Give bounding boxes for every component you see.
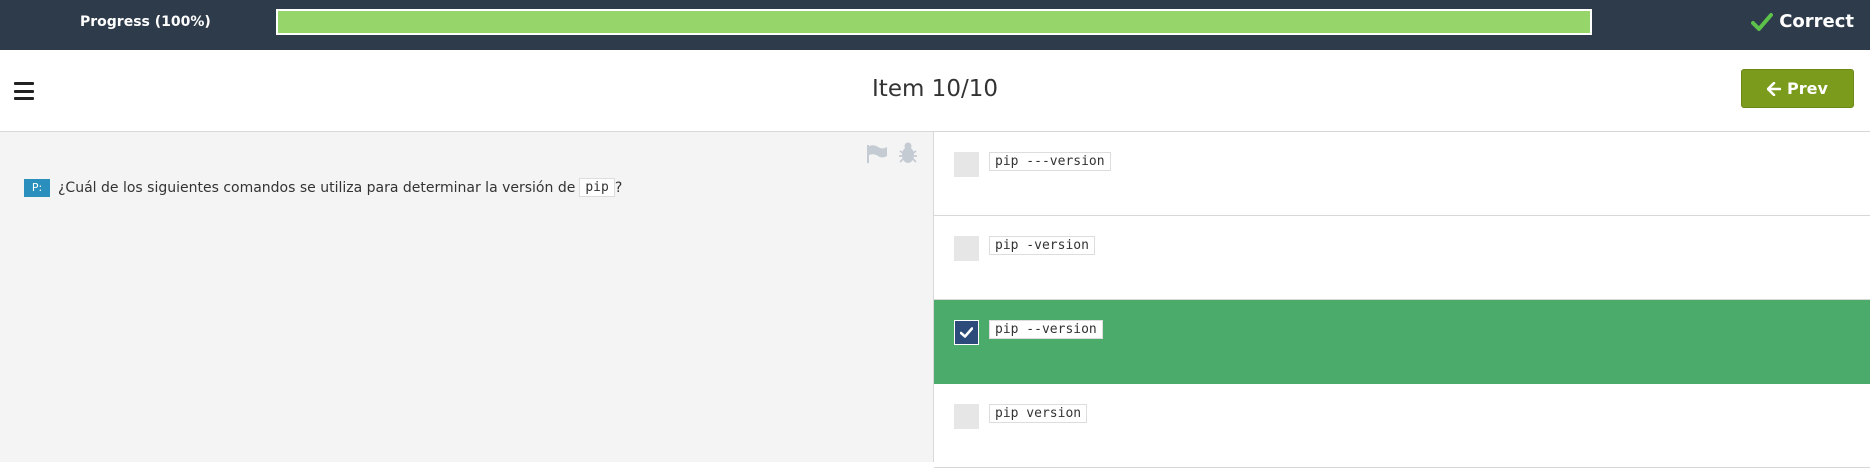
bug-icon[interactable] <box>898 142 918 164</box>
progress-bar-header: Progress (100%) Correct <box>0 0 1870 50</box>
status-indicator: Correct <box>1751 0 1854 44</box>
progress-track <box>276 9 1592 35</box>
arrow-left-icon <box>1767 81 1782 96</box>
answer-checkbox[interactable] <box>954 152 979 177</box>
answer-checkbox[interactable] <box>954 404 979 429</box>
prev-button[interactable]: Prev <box>1741 69 1854 108</box>
answer-checkbox-checked[interactable] <box>954 320 979 345</box>
answer-text: pip -version <box>989 236 1095 255</box>
answer-option-3[interactable]: pip --version <box>934 300 1870 384</box>
prev-button-label: Prev <box>1787 79 1828 98</box>
check-icon <box>1751 13 1774 31</box>
question-text: ¿Cuál de los siguientes comandos se util… <box>58 179 576 196</box>
answer-checkbox[interactable] <box>954 236 979 261</box>
item-header: Item 10/10 Prev <box>0 50 1870 132</box>
answer-option-2[interactable]: pip -version <box>934 216 1870 300</box>
answer-option-4[interactable]: pip version <box>934 384 1870 468</box>
answer-text: pip ---version <box>989 152 1111 171</box>
item-title: Item 10/10 <box>872 76 998 102</box>
status-label: Correct <box>1779 11 1854 32</box>
question-badge: P: <box>24 178 50 197</box>
question-panel: P: ¿Cuál de los siguientes comandos se u… <box>0 132 934 462</box>
question-text-end: ? <box>614 179 623 196</box>
progress-fill <box>278 11 1590 33</box>
checkmark-icon <box>960 327 973 338</box>
answer-options: pip ---version pip -version pip --versio… <box>934 132 1870 468</box>
answer-text: pip --version <box>989 320 1103 339</box>
question-row: P: ¿Cuál de los siguientes comandos se u… <box>24 178 622 197</box>
answer-text: pip version <box>989 404 1088 423</box>
progress-label: Progress (100%) <box>80 14 211 30</box>
question-code: pip <box>579 178 615 197</box>
flag-icon[interactable] <box>866 144 888 164</box>
answer-option-1[interactable]: pip ---version <box>934 132 1870 216</box>
